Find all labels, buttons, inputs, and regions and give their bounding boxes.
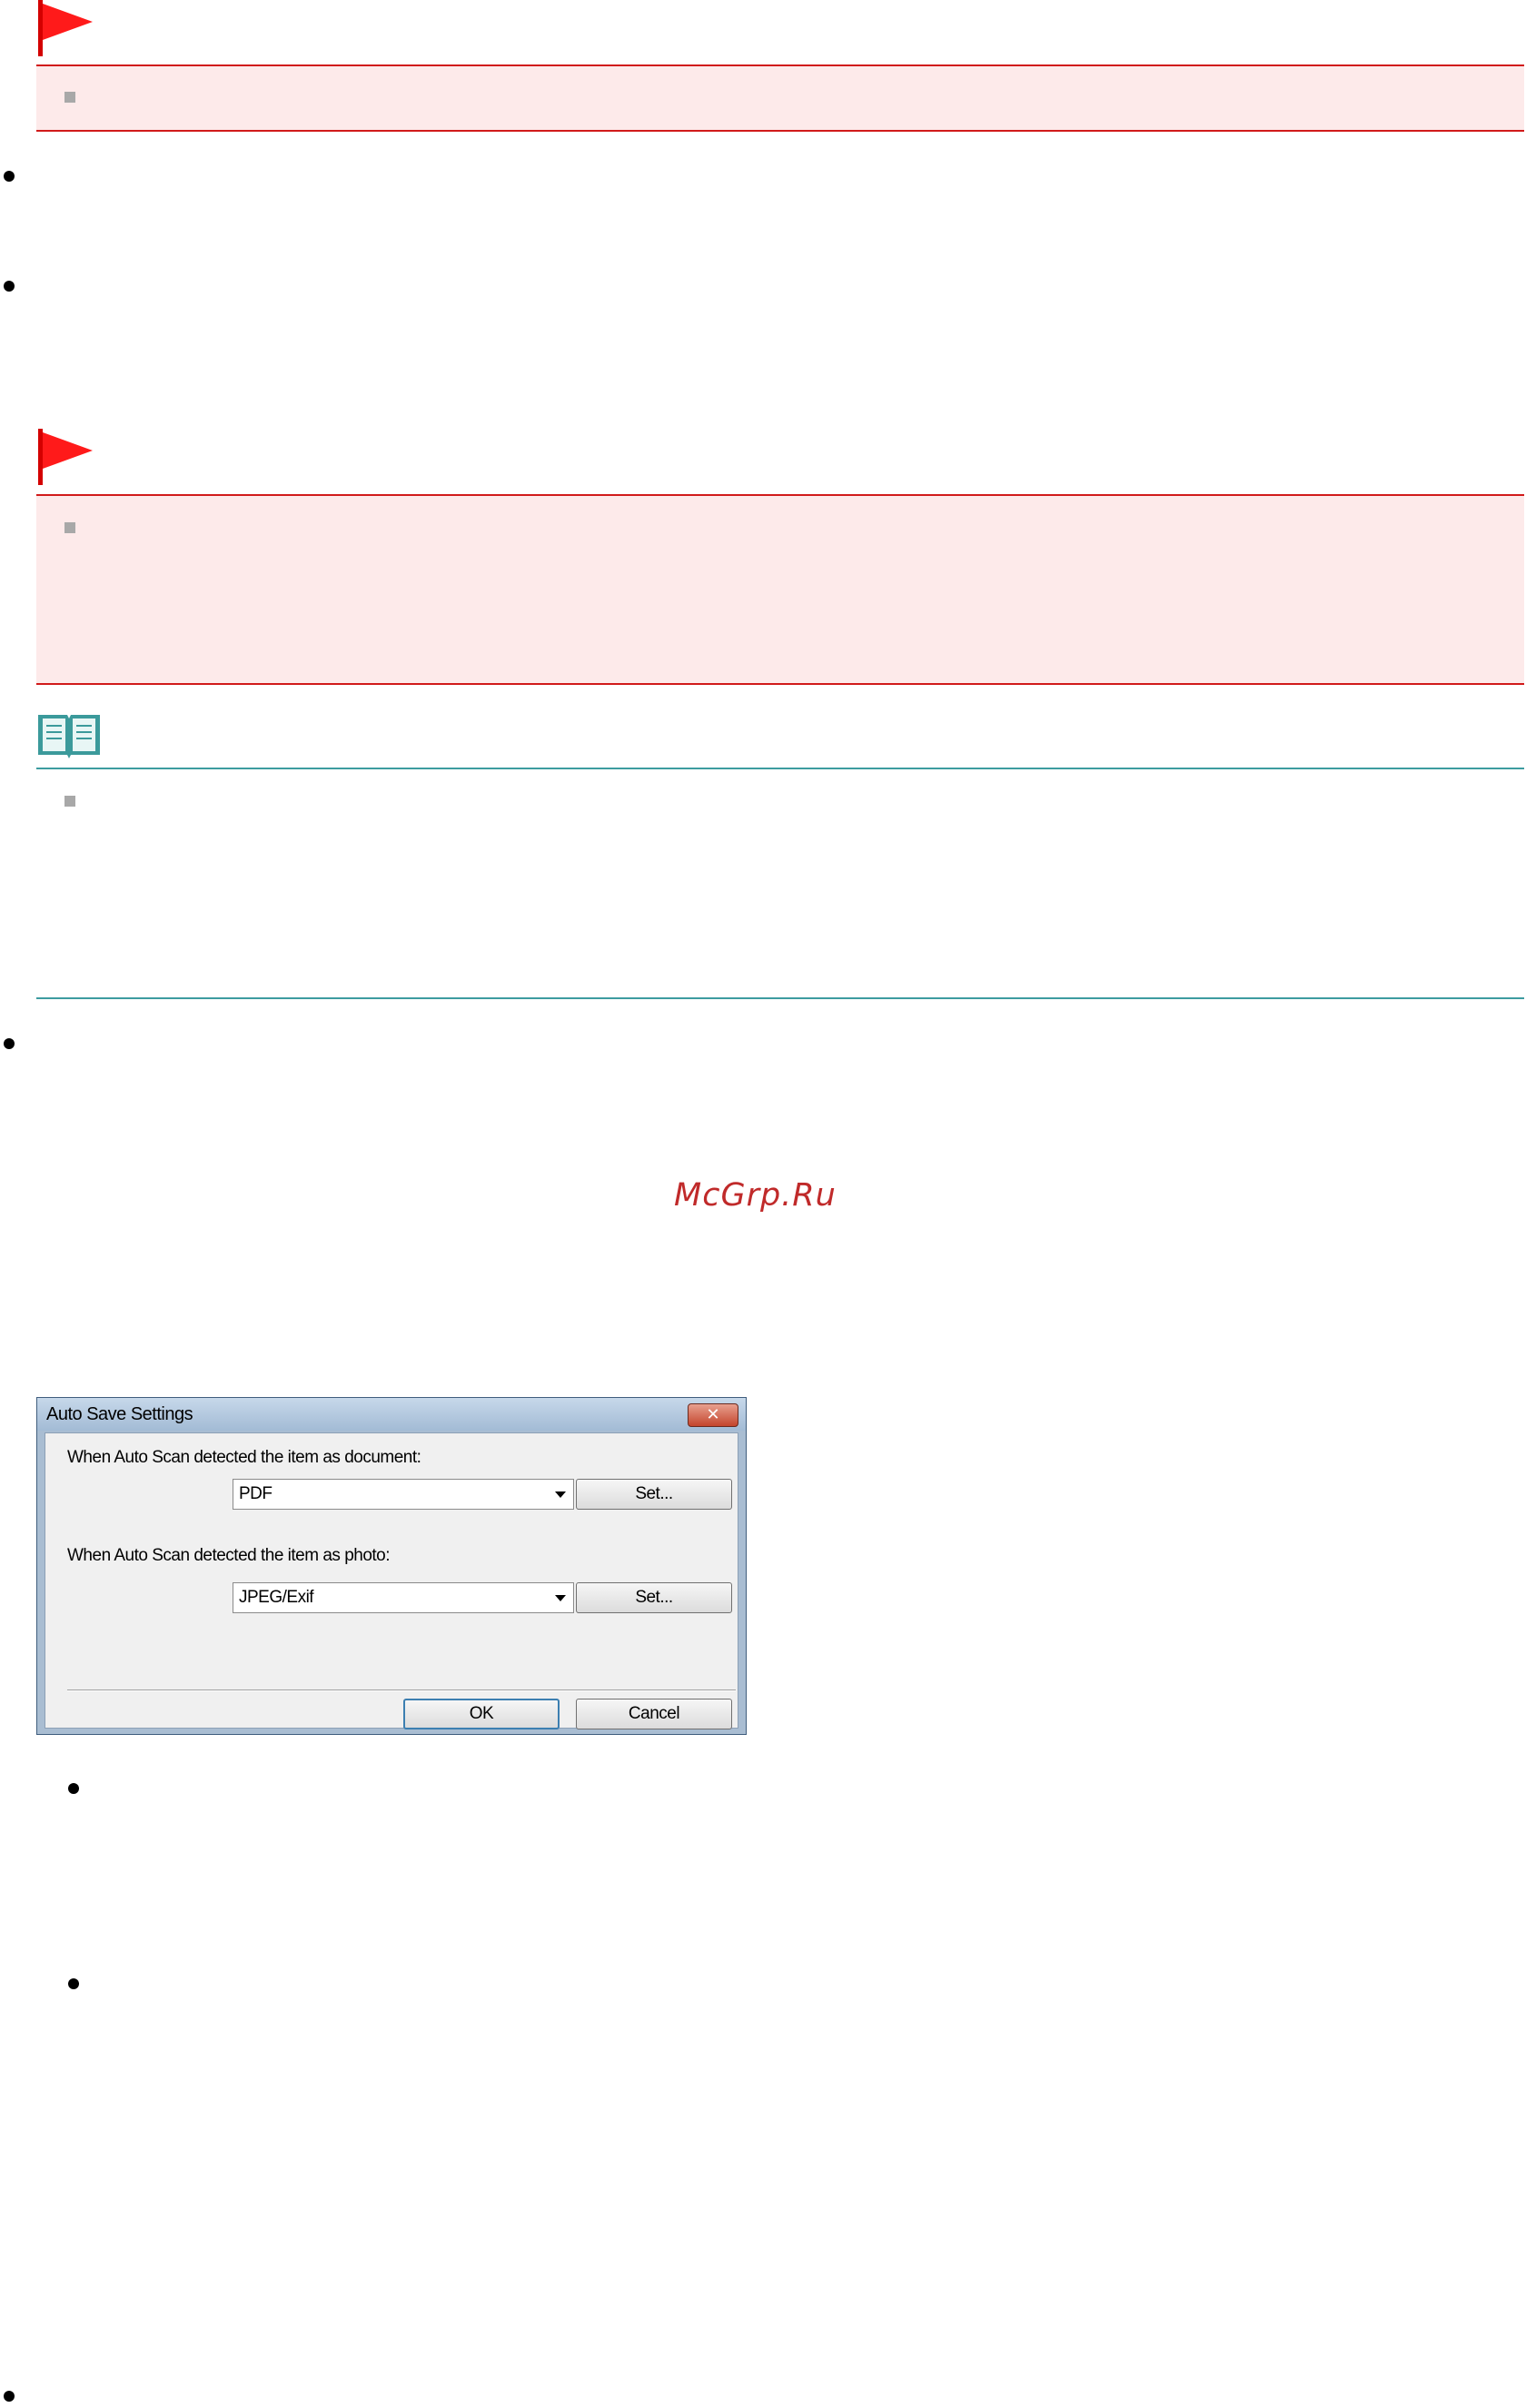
ok-button[interactable]: OK [403, 1699, 560, 1729]
chevron-down-icon [555, 1491, 566, 1498]
photo-format-label: When Auto Scan detected the item as phot… [67, 1546, 391, 1565]
document-format-label: When Auto Scan detected the item as docu… [67, 1448, 421, 1467]
bullet-icon [68, 1783, 79, 1794]
auto-save-settings-dialog: Auto Save Settings ✕ When Auto Scan dete… [36, 1397, 747, 1735]
bullet-icon [4, 281, 15, 292]
photo-set-button[interactable]: Set... [576, 1582, 732, 1613]
chevron-down-icon [555, 1595, 566, 1601]
list-square-icon [64, 522, 75, 533]
note-book-icon [38, 715, 100, 758]
document-format-value: PDF [239, 1484, 272, 1503]
bullet-icon [4, 2391, 15, 2402]
important-flag-icon [38, 429, 93, 485]
dialog-title: Auto Save Settings [46, 1404, 193, 1424]
note-top-rule [36, 768, 1524, 769]
dialog-separator [67, 1690, 736, 1691]
dialog-title-bar[interactable]: Auto Save Settings ✕ [37, 1398, 746, 1431]
document-format-select[interactable]: PDF [233, 1479, 574, 1510]
list-square-icon [64, 796, 75, 807]
list-square-icon [64, 92, 75, 103]
cancel-button[interactable]: Cancel [576, 1699, 732, 1729]
important-bottom-rule [36, 130, 1524, 132]
photo-format-select[interactable]: JPEG/Exif [233, 1582, 574, 1613]
bullet-icon [4, 1038, 15, 1049]
important-flag-icon [38, 0, 93, 56]
important-bottom-rule [36, 683, 1524, 685]
close-button[interactable]: ✕ [688, 1403, 738, 1427]
document-set-button[interactable]: Set... [576, 1479, 732, 1510]
bullet-icon [68, 1978, 79, 1989]
important-box [36, 66, 1524, 130]
important-box [36, 496, 1524, 683]
dialog-body: When Auto Scan detected the item as docu… [45, 1432, 738, 1729]
bullet-icon [4, 171, 15, 182]
watermark: McGrp.Ru [674, 1177, 837, 1214]
photo-format-value: JPEG/Exif [239, 1588, 314, 1607]
note-bottom-rule [36, 997, 1524, 999]
